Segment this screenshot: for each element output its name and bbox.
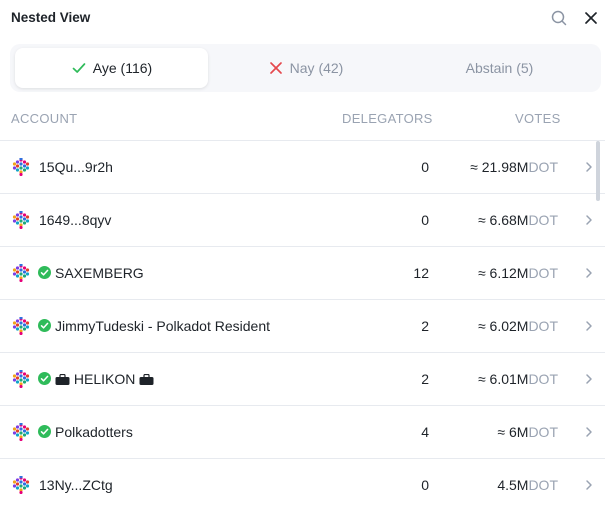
votes-value: ≈ 6.02M: [477, 318, 529, 334]
votes-value: ≈ 21.98M: [470, 159, 529, 175]
identicon-avatar: [12, 157, 30, 177]
tab-label: Nay (42): [289, 60, 344, 76]
votes-amount: ≈ 6.02MDOT: [478, 318, 558, 334]
identicon-avatar: [12, 263, 30, 283]
chevron-right-icon[interactable]: [584, 478, 594, 492]
tab-nay[interactable]: Nay (42): [209, 48, 402, 88]
votes-unit: DOT: [528, 159, 558, 175]
search-icon[interactable]: [550, 9, 568, 27]
panel-header: Nested View: [0, 0, 605, 36]
verified-icon: [38, 425, 51, 438]
votes-unit: DOT: [528, 424, 558, 440]
account-name: JimmyTudeski - Polkadot Resident: [55, 318, 271, 334]
votes-unit: DOT: [528, 371, 558, 387]
votes-unit: DOT: [528, 477, 558, 493]
voter-row[interactable]: JimmyTudeski - Polkadot Resident 2 ≈ 6.02M…: [0, 299, 605, 352]
votes-value: ≈ 6.01M: [477, 371, 529, 387]
votes-unit: DOT: [528, 265, 558, 281]
chevron-right-icon[interactable]: [584, 372, 594, 386]
column-header-delegators: DELEGATORS: [342, 111, 433, 126]
votes-amount: ≈ 6.01MDOT: [478, 371, 558, 387]
votes-amount: ≈ 21.98MDOT: [470, 159, 558, 175]
vote-tabs: Aye (116) Nay (42) Abstain (5): [10, 44, 601, 92]
votes-value: ≈ 6.12M: [477, 265, 529, 281]
identicon-avatar: [12, 316, 30, 336]
votes-amount: 4.5MDOT: [497, 477, 558, 493]
verified-icon: [38, 372, 51, 385]
voter-row[interactable]: Polkadotters 4 ≈ 6MDOT: [0, 405, 605, 458]
voter-row[interactable]: SAXEMBERG 12 ≈ 6.12MDOT: [0, 246, 605, 299]
verified-icon: [38, 266, 51, 279]
scrollbar[interactable]: [596, 141, 600, 201]
voter-row[interactable]: 1649...8qyv 0 ≈ 6.68MDOT: [0, 193, 605, 246]
chevron-right-icon[interactable]: [584, 213, 594, 227]
chevron-right-icon[interactable]: [584, 266, 594, 280]
tab-aye[interactable]: Aye (116): [15, 48, 208, 88]
cross-icon: [268, 60, 284, 76]
panel-title: Nested View: [11, 10, 91, 25]
column-header-account: ACCOUNT: [11, 111, 78, 126]
briefcase-icon: [55, 372, 70, 388]
votes-amount: ≈ 6.12MDOT: [478, 265, 558, 281]
chevron-right-icon[interactable]: [584, 425, 594, 439]
chevron-right-icon[interactable]: [584, 160, 594, 174]
delegators-count: 0: [421, 159, 429, 175]
voter-row[interactable]: 13Ny...ZCtg 0 4.5MDOT: [0, 458, 605, 505]
voter-list: 15Qu...9r2h 0 ≈ 21.98MDOT 1649...8qyv 0 ≈ 6.6…: [0, 140, 605, 505]
identicon-avatar: [12, 422, 30, 442]
account-name: HELIKON: [55, 371, 154, 388]
account-name: SAXEMBERG: [55, 265, 144, 281]
identicon-avatar: [12, 475, 30, 495]
account-name: 1649...8qyv: [39, 212, 112, 228]
votes-value: ≈ 6.68M: [477, 212, 529, 228]
verified-icon: [38, 319, 51, 332]
column-header-votes: VOTES: [515, 111, 561, 126]
account-name: 13Ny...ZCtg: [39, 477, 113, 493]
delegators-count: 2: [421, 371, 429, 387]
votes-amount: ≈ 6.68MDOT: [478, 212, 558, 228]
account-name: Polkadotters: [55, 424, 133, 440]
voter-row[interactable]: 15Qu...9r2h 0 ≈ 21.98MDOT: [0, 140, 605, 193]
check-icon: [71, 60, 87, 76]
votes-unit: DOT: [528, 212, 558, 228]
votes-amount: ≈ 6MDOT: [497, 424, 558, 440]
tab-abstain[interactable]: Abstain (5): [403, 48, 596, 88]
delegators-count: 0: [421, 212, 429, 228]
votes-value: 4.5M: [497, 477, 529, 493]
identicon-avatar: [12, 369, 30, 389]
tab-label: Abstain (5): [465, 60, 534, 76]
tab-label: Aye (116): [92, 60, 153, 76]
votes-value: ≈ 6M: [497, 424, 529, 440]
delegators-count: 4: [421, 424, 429, 440]
identicon-avatar: [12, 210, 30, 230]
voter-row[interactable]: HELIKON 2 ≈ 6.01MDOT: [0, 352, 605, 405]
chevron-right-icon[interactable]: [584, 319, 594, 333]
delegators-count: 0: [421, 477, 429, 493]
delegators-count: 2: [421, 318, 429, 334]
briefcase-icon: [139, 372, 154, 388]
delegators-count: 12: [413, 265, 429, 281]
votes-unit: DOT: [528, 318, 558, 334]
account-name: 15Qu...9r2h: [39, 159, 113, 175]
close-icon[interactable]: [582, 9, 600, 27]
